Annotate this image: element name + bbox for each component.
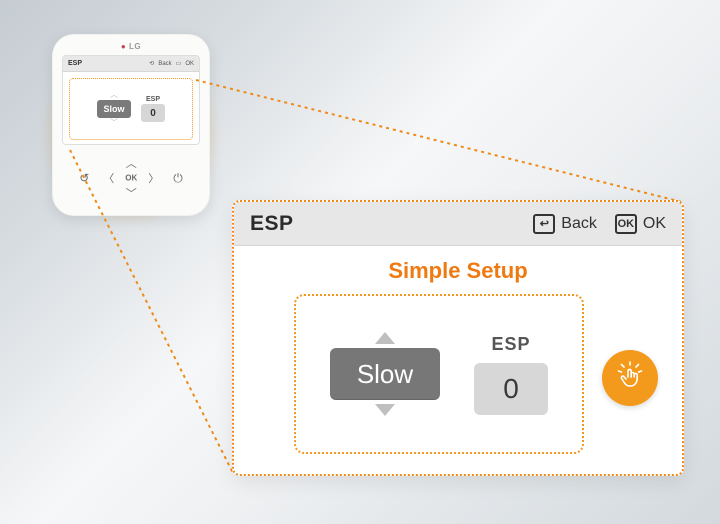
dpad-up-icon[interactable]: ︿ [126,155,137,171]
mini-highlight-box [69,78,193,140]
mini-header-actions: ⟲ Back ▭OK [149,60,194,67]
chevron-down-icon: ﹀ [110,119,118,127]
mini-back-label: Back [158,61,171,67]
speed-up-button[interactable] [375,332,395,344]
power-hw-icon[interactable]: ⏻ [173,171,183,186]
esp-settings-panel: ESP ↩ Back OK OK Simple Setup Slow ESP 0 [232,200,684,476]
speed-down-button[interactable] [375,404,395,416]
device-screen: ESP ⟲ Back ▭OK ︿ Slow ﹀ ESP 0 [62,55,200,145]
speed-column: Slow [330,332,440,416]
tap-hand-icon [613,361,647,395]
ok-label: OK [643,215,666,233]
section-subtitle: Simple Setup [254,258,662,284]
mini-title: ESP [68,60,82,67]
mini-back-icon: ⟲ [149,60,154,67]
tap-gesture-badge [602,350,658,406]
dpad[interactable]: ︿ ﹀ 〈 〉 OK [101,155,161,201]
dpad-right-icon[interactable]: 〉 [148,170,159,186]
mini-speed-column: ︿ Slow ﹀ [97,91,131,127]
back-hw-icon[interactable]: ↺ [79,171,89,185]
mini-esp-value: 0 [141,104,165,122]
brand-text: LG [129,42,141,51]
brand-logo: ● LG [62,42,200,51]
dpad-down-icon[interactable]: ﹀ [126,185,137,201]
panel-header: ESP ↩ Back OK OK [234,202,682,246]
esp-label: ESP [491,334,530,355]
panel-body: Simple Setup Slow ESP 0 [234,246,682,476]
ok-icon: OK [615,214,637,234]
thermostat-device: ● LG ESP ⟲Back ▭OK ︿ Slow ﹀ ESP 0 ↺ ︿ ﹀ [52,34,210,216]
mini-esp-column: ESP 0 [141,96,165,122]
chevron-up-icon: ︿ [110,91,118,99]
back-label: Back [561,215,597,233]
esp-column: ESP 0 [474,334,548,415]
setup-highlight-box: Slow ESP 0 [294,294,584,454]
back-icon: ↩ [533,214,555,234]
header-actions: ↩ Back OK OK [533,214,666,234]
mini-esp-label: ESP [146,96,160,103]
back-button[interactable]: ↩ Back [533,214,597,234]
mini-header: ESP ⟲ Back ▭OK [63,56,199,72]
mini-ok-label: OK [185,61,194,67]
speed-value[interactable]: Slow [330,348,440,400]
dpad-ok-button[interactable]: OK [125,174,137,183]
mini-speed-value: Slow [97,100,131,118]
panel-title: ESP [250,212,294,236]
ok-button[interactable]: OK OK [615,214,666,234]
mini-body: ︿ Slow ﹀ ESP 0 [63,72,199,145]
mini-ok-icon: ▭ [176,60,182,67]
dpad-left-icon[interactable]: 〈 [103,170,114,186]
hardware-keys: ↺ ︿ ﹀ 〈 〉 OK ⏻ [62,155,200,201]
esp-value[interactable]: 0 [474,363,548,415]
